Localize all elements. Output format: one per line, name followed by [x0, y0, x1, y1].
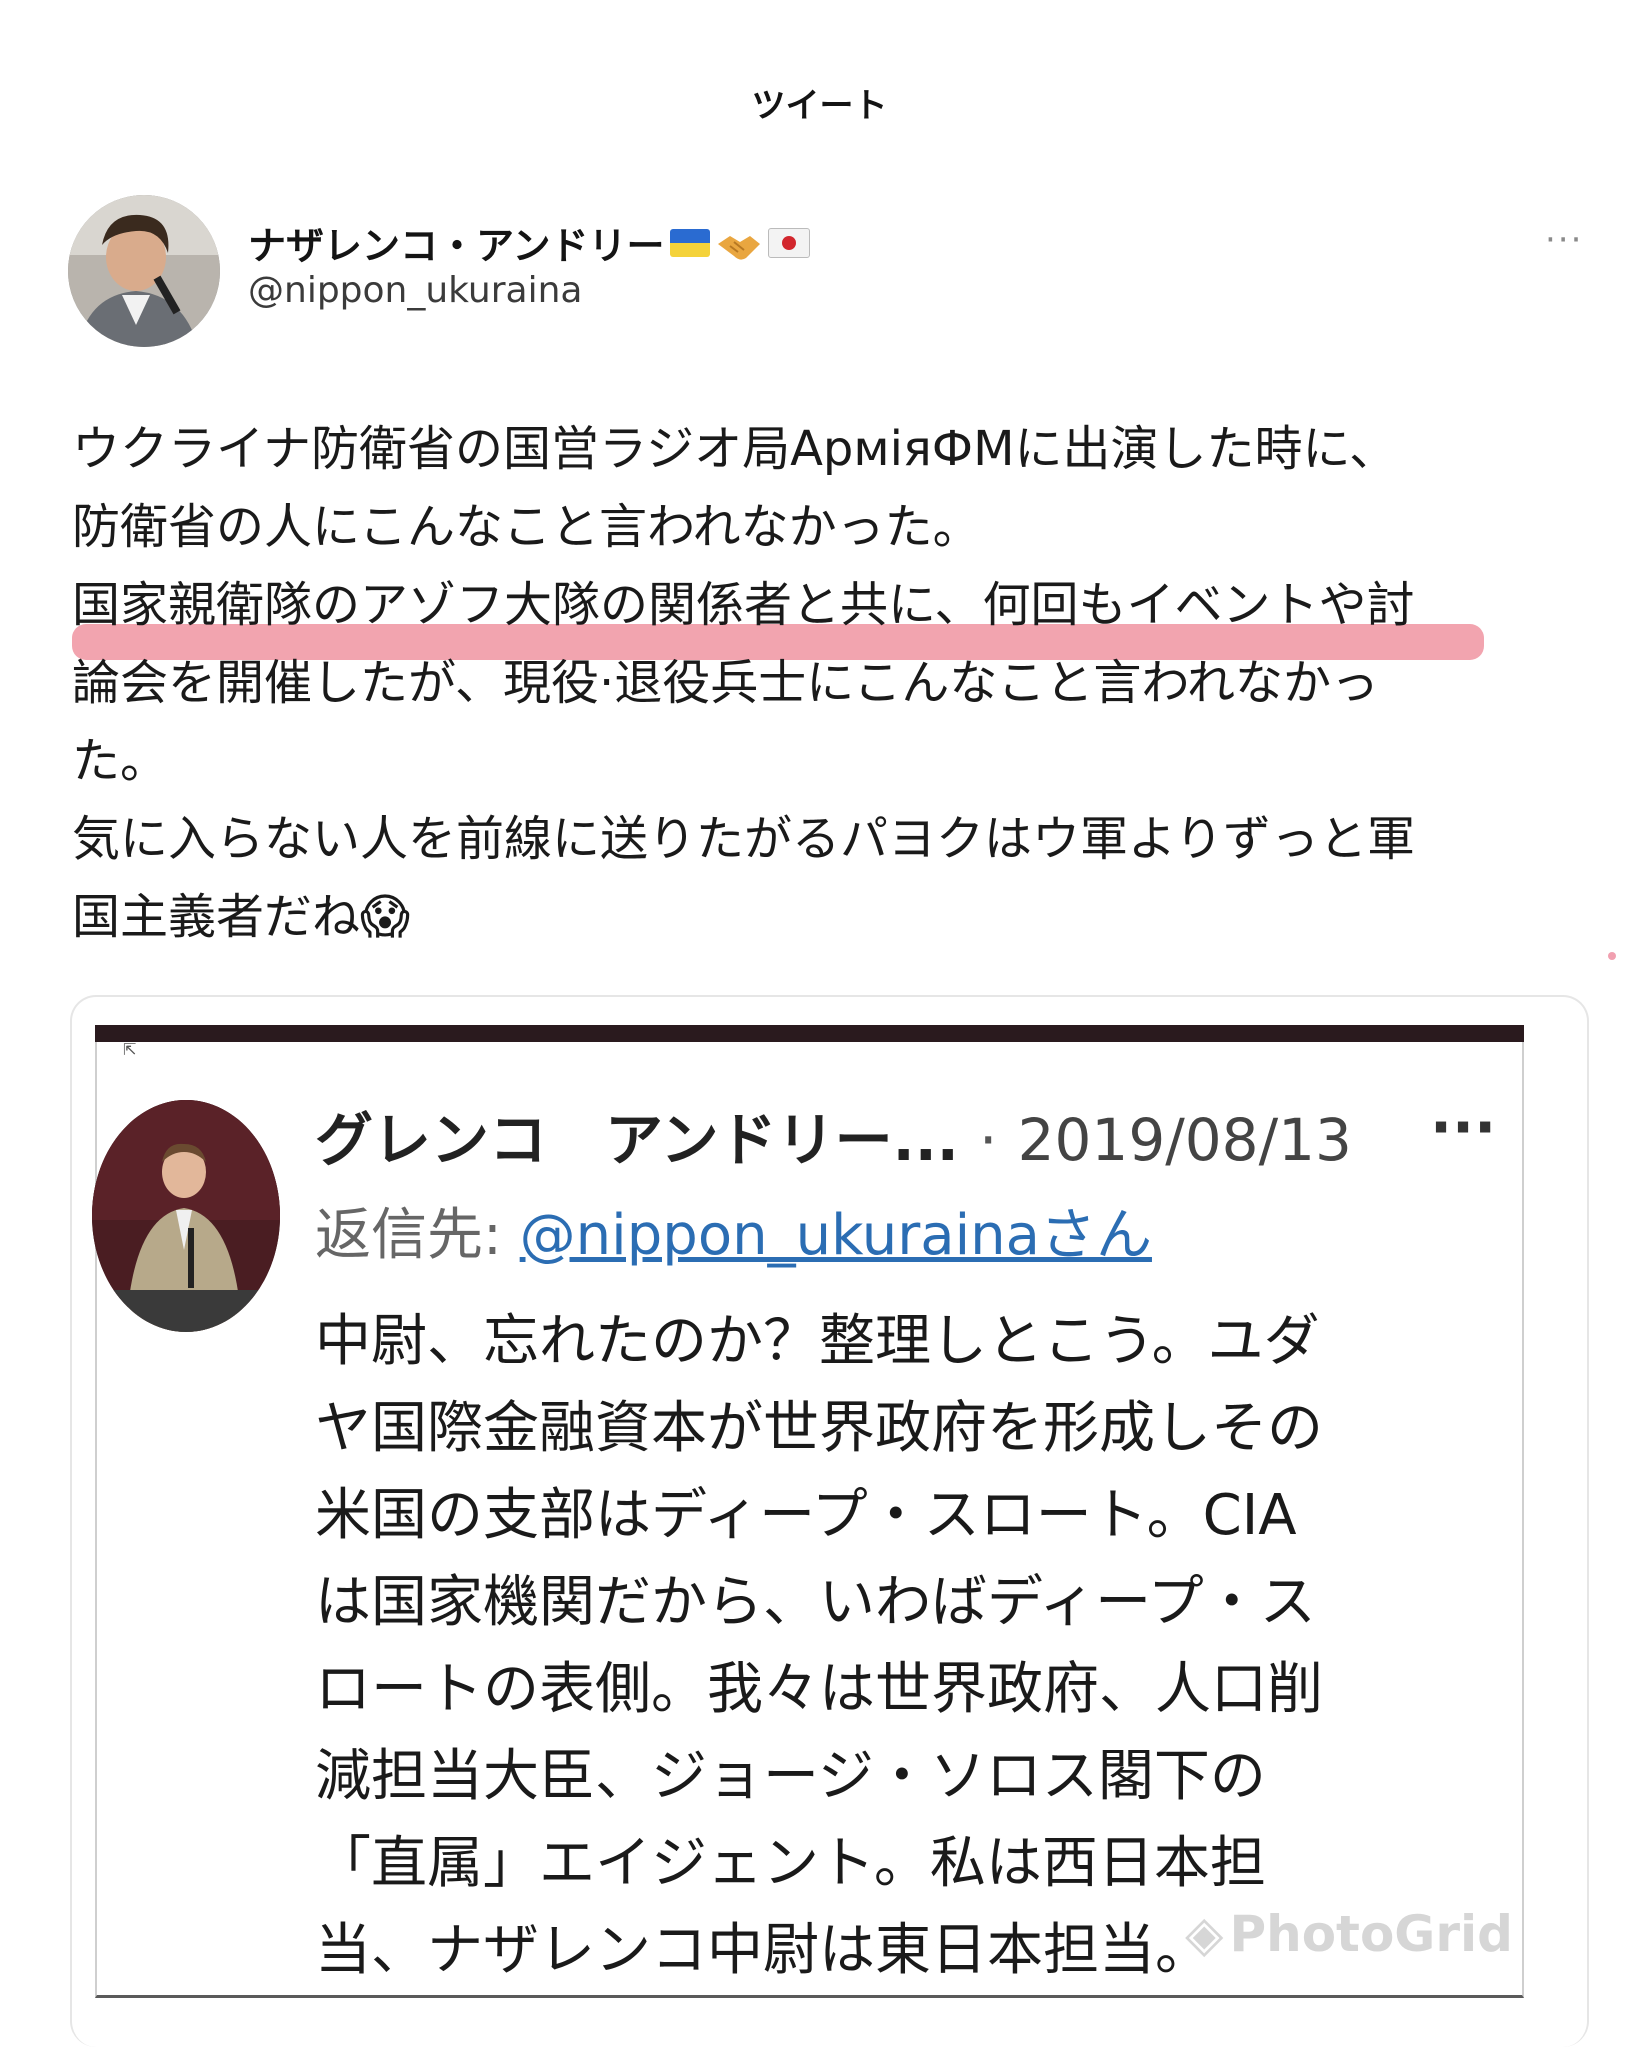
avatar[interactable]	[68, 195, 220, 347]
display-name-text: ナザレンコ・アンドリー	[248, 224, 665, 268]
user-handle[interactable]: @nippon_ukuraina	[248, 270, 582, 311]
reply-to: 返信先: @nippon_ukurainaさん	[315, 1190, 1152, 1271]
ukraine-flag-icon	[670, 228, 711, 257]
display-name[interactable]: ナザレンコ・アンドリー	[248, 215, 811, 270]
reply-handle-link: @nippon_ukurainaさん	[519, 1203, 1152, 1268]
tweet-line: ウクライナ防衛省の国営ラジオ局АрміяФМに出演した時に、	[72, 421, 1398, 477]
quoted-date: 2019/08/13	[1017, 1106, 1352, 1174]
quoted-text: 中尉、忘れたのか？整理しとこう。ユダ ヤ国際金融資本が世界政府を形成しその 米国…	[315, 1298, 1505, 1994]
tweet-line: 国主義者だね😱	[72, 889, 411, 945]
quoted-line: 中尉、忘れたのか？整理しとこう。ユダ	[315, 1309, 1320, 1374]
quoted-avatar	[92, 1100, 280, 1332]
screenshot-topbar	[95, 1025, 1524, 1042]
quoted-line: ヤ国際金融資本が世界政府を形成しその	[315, 1396, 1323, 1461]
watermark-text: PhotoGrid	[1229, 1905, 1513, 1963]
quoted-display-name: グレンコ アンドリー...	[315, 1106, 959, 1174]
quoted-line: ロートの表側。我々は世界政府、人口削	[315, 1657, 1323, 1722]
quoted-line: 米国の支部はディープ・スロート。CIA	[315, 1483, 1297, 1548]
quoted-line: は国家機関だから、いわばディープ・ス	[315, 1570, 1316, 1635]
quoted-user-line: グレンコ アンドリー... · 2019/08/13	[315, 1093, 1352, 1177]
quoted-line: 減担当大臣、ジョージ・ソロス閣下の	[315, 1744, 1266, 1809]
quoted-line: 「直属」エイジェント。私は西日本担	[315, 1831, 1266, 1896]
separator-dot: ·	[978, 1106, 998, 1174]
tweet-line: 防衛省の人にこんなこと言われなかった。	[72, 499, 981, 555]
photogrid-logo-icon: ◈	[1185, 1905, 1224, 1963]
tweet-line: 論会を開催したが、現役·退役兵士にこんなこと言われなかっ	[72, 655, 1379, 711]
handshake-icon	[716, 227, 762, 260]
reply-prefix: 返信先:	[315, 1203, 520, 1268]
tweet-line: 気に入らない人を前線に送りたがるパヨクはウ軍よりずっと軍	[72, 811, 1416, 867]
japan-flag-icon	[768, 227, 811, 258]
tweet-text: ウクライナ防衛省の国営ラジオ局АрміяФМに出演した時に、 防衛省の人にこんな…	[72, 410, 1582, 956]
quoted-more-icon: ···	[1430, 1093, 1497, 1161]
more-options-icon[interactable]: ···	[1545, 220, 1583, 260]
tweet-line: た。	[72, 733, 169, 789]
tweet-line: 国家親衛隊のアゾフ大隊の関係者と共に、何回もイベントや討	[72, 577, 1415, 633]
watermark: ◈ PhotoGrid	[1185, 1905, 1513, 1963]
cursor-icon: ⇱	[123, 1040, 137, 1059]
page-title: ツイート	[751, 86, 888, 126]
decorative-dot	[1608, 952, 1616, 960]
